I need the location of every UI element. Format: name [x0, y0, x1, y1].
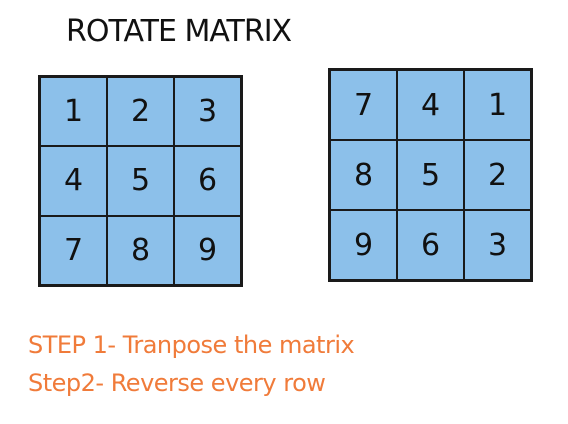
matrix-cell: 1 — [464, 70, 531, 140]
matrix-cell: 7 — [40, 215, 107, 285]
matrix-cell: 6 — [397, 210, 464, 280]
matrix-cell: 6 — [174, 146, 241, 216]
matrix-cell: 2 — [107, 77, 174, 147]
matrix-cell: 7 — [330, 70, 397, 140]
matrix-cell: 9 — [174, 215, 241, 285]
matrix-cell: 2 — [464, 140, 531, 210]
rotated-matrix: 7 4 1 8 5 2 9 6 3 — [328, 68, 533, 282]
matrix-cell: 5 — [397, 140, 464, 210]
matrix-cell: 9 — [330, 210, 397, 280]
matrix-cell: 8 — [107, 215, 174, 285]
step-2-text: Step2- Reverse every row — [28, 369, 326, 397]
matrix-cell: 3 — [174, 77, 241, 147]
step-1-text: STEP 1- Tranpose the matrix — [28, 331, 355, 359]
matrix-cell: 8 — [330, 140, 397, 210]
matrix-cell: 4 — [40, 146, 107, 216]
original-matrix: 1 2 3 4 5 6 7 8 9 — [38, 75, 243, 287]
steps-list: STEP 1- Tranpose the matrix Step2- Rever… — [28, 326, 355, 402]
matrix-cell: 4 — [397, 70, 464, 140]
diagram-title: ROTATE MATRIX — [66, 14, 292, 49]
matrix-cell: 3 — [464, 210, 531, 280]
matrix-cell: 1 — [40, 77, 107, 147]
matrix-cell: 5 — [107, 146, 174, 216]
